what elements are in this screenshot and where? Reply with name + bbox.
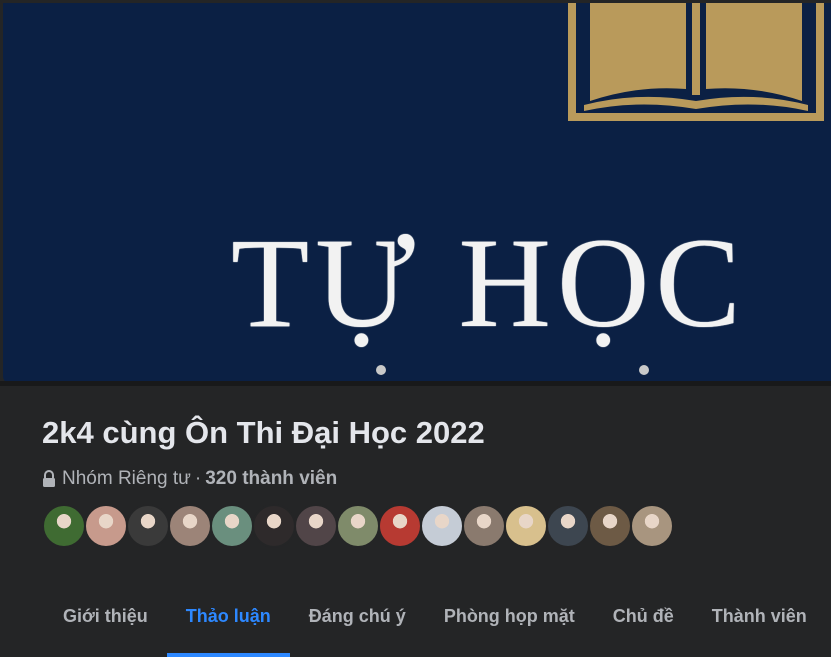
- avatar[interactable]: [168, 504, 212, 548]
- avatar[interactable]: [630, 504, 674, 548]
- avatar[interactable]: [252, 504, 296, 548]
- avatar[interactable]: [420, 504, 464, 548]
- avatar[interactable]: [546, 504, 590, 548]
- avatar[interactable]: [126, 504, 170, 548]
- cover-divider: [0, 381, 831, 386]
- cover-title: TỰ HỌC: [231, 212, 747, 354]
- group-page: TỰ HỌC 2k4 cùng Ôn Thi Đại Học 2022 Nhóm…: [0, 0, 831, 657]
- privacy-label[interactable]: Nhóm Riêng tư: [62, 468, 191, 490]
- avatar[interactable]: [84, 504, 128, 548]
- cover-dot: [376, 365, 386, 375]
- tab-phong-hop-mat[interactable]: Phòng họp mặt: [425, 582, 594, 657]
- tab-gioi-thieu[interactable]: Giới thiệu: [44, 582, 167, 657]
- tab-dang-chu-y[interactable]: Đáng chú ý: [290, 582, 425, 657]
- cover-photo[interactable]: TỰ HỌC: [3, 3, 831, 384]
- lock-icon: [43, 470, 55, 487]
- group-title[interactable]: 2k4 cùng Ôn Thi Đại Học 2022: [42, 415, 485, 451]
- group-meta: Nhóm Riêng tư · 320 thành viên: [42, 468, 337, 490]
- tab-thanh-vien[interactable]: Thành viên: [693, 582, 826, 657]
- book-logo-icon: [568, 3, 824, 121]
- avatar[interactable]: [378, 504, 422, 548]
- avatar[interactable]: [42, 504, 86, 548]
- avatar[interactable]: [336, 504, 380, 548]
- member-count[interactable]: 320 thành viên: [205, 468, 337, 490]
- avatar[interactable]: [588, 504, 632, 548]
- avatar[interactable]: [294, 504, 338, 548]
- group-tabs: Giới thiệu Thảo luận Đáng chú ý Phòng họp m…: [44, 582, 826, 657]
- avatar[interactable]: [504, 504, 548, 548]
- avatar[interactable]: [462, 504, 506, 548]
- tab-chu-de[interactable]: Chủ đề: [594, 582, 693, 657]
- meta-separator: ·: [194, 468, 202, 489]
- member-avatars: [42, 504, 674, 548]
- avatar[interactable]: [210, 504, 254, 548]
- cover-dot: [639, 365, 649, 375]
- tab-thao-luan[interactable]: Thảo luận: [166, 582, 290, 657]
